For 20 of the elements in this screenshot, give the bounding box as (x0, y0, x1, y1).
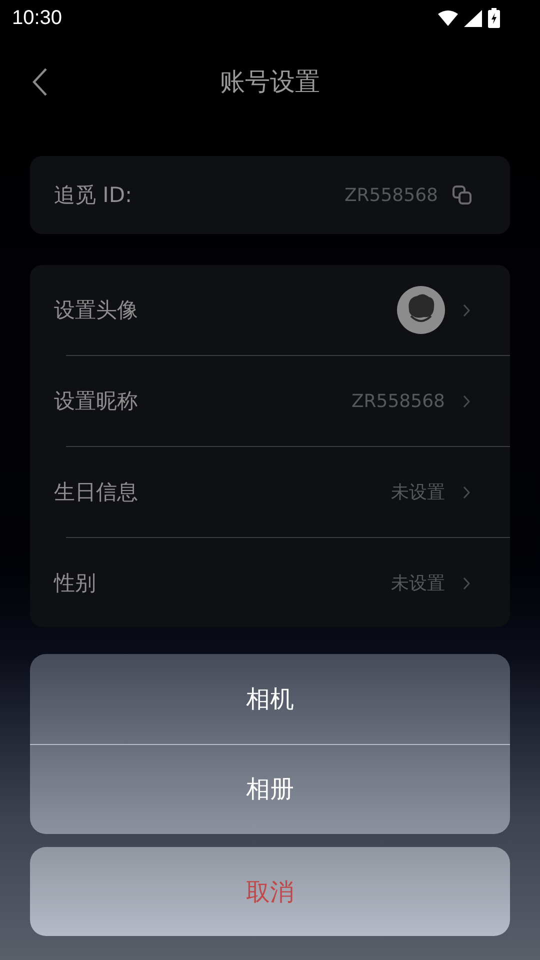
chevron-icon (463, 304, 470, 316)
chevron-icon (463, 576, 470, 590)
settings-row[interactable]: 设置昵称 ZR558568 (30, 356, 510, 446)
avatar-icon (397, 286, 445, 334)
settings-row[interactable]: 性别 未设置 (30, 538, 510, 628)
id-label: 追觅 ID: (54, 182, 134, 209)
wifi-icon (438, 10, 458, 26)
status-time: 10:30 (12, 6, 62, 30)
copy-icon[interactable] (452, 185, 472, 205)
chevron-icon (463, 486, 470, 498)
battery-icon (488, 8, 500, 28)
sheet-option[interactable]: 相册 (30, 744, 510, 834)
back-icon[interactable] (32, 67, 48, 97)
page-title: 账号设置 (220, 66, 320, 98)
settings-row[interactable]: 设置头像 (30, 265, 510, 355)
settings-row[interactable]: 生日信息 未设置 (30, 447, 510, 537)
signal-icon (464, 10, 482, 26)
id-value: ZR558568 (344, 184, 438, 206)
sheet-option[interactable]: 相机 (30, 654, 510, 744)
chevron-icon (463, 394, 470, 408)
